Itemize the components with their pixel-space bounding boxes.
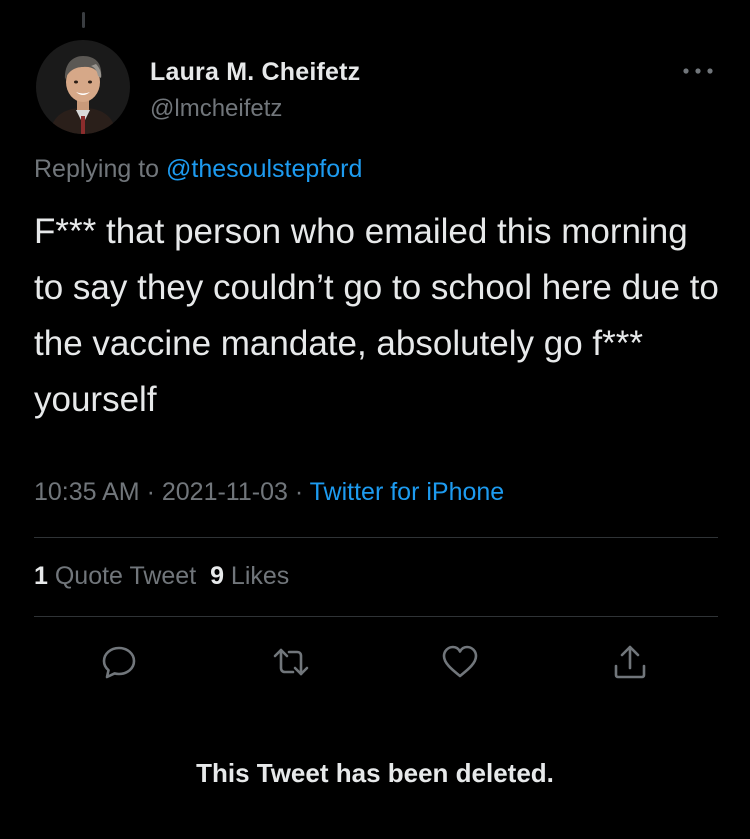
- retweet-button[interactable]: [271, 642, 311, 682]
- likes-stat[interactable]: 9 Likes: [210, 562, 289, 590]
- tweet-meta: 10:35 AM · 2021-11-03 · Twitter for iPho…: [34, 478, 504, 507]
- like-label: Likes: [223, 562, 290, 590]
- tweet-date[interactable]: 2021-11-03: [162, 478, 288, 506]
- like-button[interactable]: [440, 642, 480, 682]
- tweet-source-link[interactable]: Twitter for iPhone: [310, 478, 505, 506]
- author-display-name[interactable]: Laura M. Cheifetz: [150, 58, 360, 87]
- profile-photo-icon: [36, 40, 130, 134]
- quote-tweet-label: Quote Tweet: [47, 562, 197, 590]
- divider: [34, 616, 718, 617]
- heart-icon: [442, 645, 478, 678]
- tweet-time[interactable]: 10:35 AM: [34, 478, 140, 506]
- speech-bubble-icon: [102, 646, 136, 679]
- tweet-text: F*** that person who emailed this mornin…: [34, 212, 719, 419]
- meta-separator: ·: [139, 478, 162, 506]
- reply-mention-link[interactable]: @thesoulstepford: [166, 155, 362, 183]
- avatar[interactable]: [36, 40, 130, 134]
- quote-tweet-count: 1: [34, 562, 48, 590]
- meta-separator: ·: [287, 478, 310, 506]
- more-options-icon[interactable]: [680, 64, 716, 78]
- like-count: 9: [210, 562, 224, 590]
- share-upload-icon: [614, 645, 646, 679]
- reply-button[interactable]: [99, 642, 139, 682]
- divider: [34, 537, 718, 538]
- tweet-stats: 1 Quote Tweet 9 Likes: [34, 562, 289, 591]
- author-handle[interactable]: @lmcheifetz: [150, 95, 282, 123]
- replying-to-line: Replying to @thesoulstepford: [34, 155, 362, 184]
- share-button[interactable]: [610, 642, 650, 682]
- thread-connector-line: [82, 12, 85, 28]
- quote-tweets-stat[interactable]: 1 Quote Tweet: [34, 562, 196, 590]
- deleted-tweet-notice: This Tweet has been deleted.: [196, 758, 554, 788]
- replying-to-label: Replying to: [34, 155, 167, 183]
- retweet-arrows-icon: [273, 648, 309, 676]
